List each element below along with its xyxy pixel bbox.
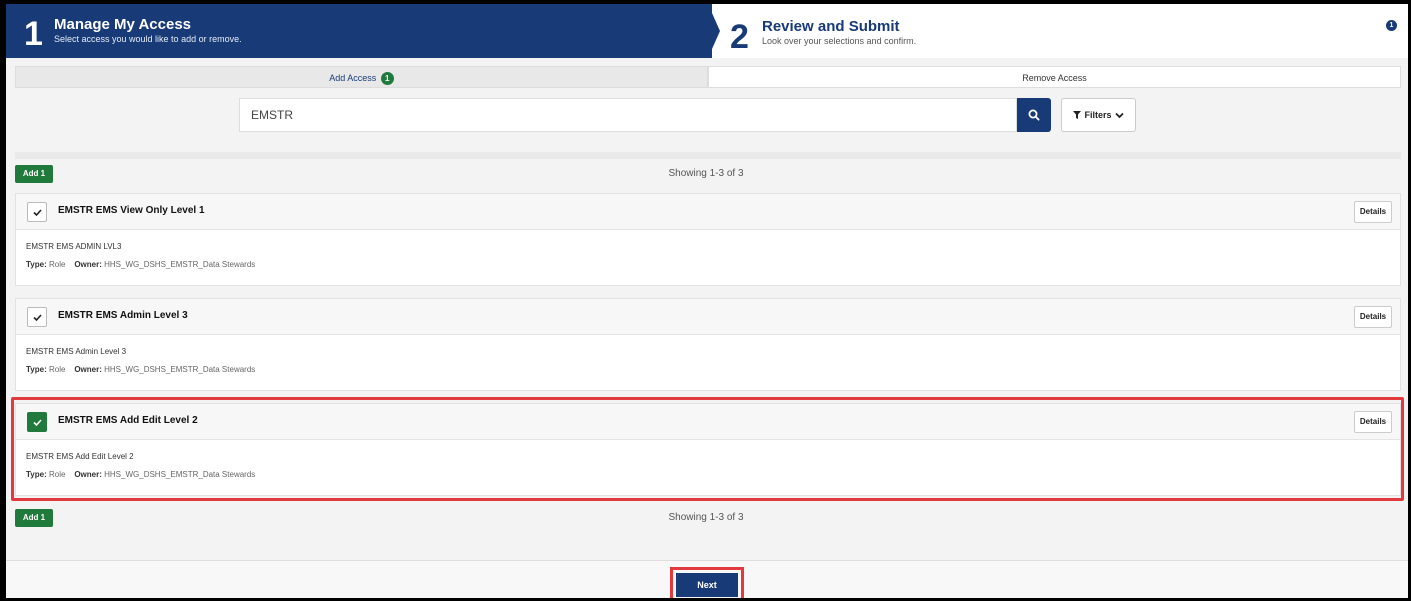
- step-1-subtitle: Select access you would like to add or r…: [54, 34, 242, 44]
- search-button[interactable]: [1017, 98, 1051, 132]
- access-item-checkbox[interactable]: [27, 202, 47, 222]
- details-button[interactable]: Details: [1354, 201, 1392, 223]
- step-2-title: Review and Submit: [762, 18, 900, 35]
- step-1-number: 1: [24, 15, 43, 53]
- next-button[interactable]: Next: [676, 573, 738, 597]
- tab-add-access[interactable]: Add Access 1: [15, 66, 708, 88]
- filters-button[interactable]: Filters: [1061, 98, 1136, 132]
- add-selected-button-top[interactable]: Add 1: [15, 165, 53, 183]
- selection-highlight: [11, 397, 1404, 501]
- search-input[interactable]: EMSTR: [239, 98, 1017, 132]
- type-label: Type:: [26, 260, 47, 269]
- tab-add-access-label: Add Access: [329, 73, 377, 83]
- check-icon: [32, 313, 42, 321]
- owner-label: Owner:: [74, 260, 102, 269]
- notification-badge[interactable]: 1: [1386, 20, 1397, 31]
- access-tabs: Add Access 1 Remove Access: [15, 66, 1401, 88]
- access-item-header: EMSTR EMS View Only Level 1 Details: [16, 194, 1400, 230]
- chevron-down-icon: [1114, 112, 1124, 118]
- owner-value: HHS_WG_DSHS_EMSTR_Data Stewards: [104, 365, 256, 374]
- access-item: EMSTR EMS Admin Level 3 Details EMSTR EM…: [15, 298, 1401, 391]
- step-indicator: 1 Manage My Access Select access you wou…: [6, 4, 1408, 58]
- access-item-title: EMSTR EMS View Only Level 1: [58, 205, 205, 216]
- tab-remove-access[interactable]: Remove Access: [708, 66, 1401, 88]
- access-item: EMSTR EMS View Only Level 1 Details EMST…: [15, 193, 1401, 286]
- owner-label: Owner:: [74, 365, 102, 374]
- type-value: Role: [48, 365, 66, 374]
- tab-remove-access-label: Remove Access: [1022, 73, 1087, 83]
- details-button[interactable]: Details: [1354, 306, 1392, 328]
- filter-icon: [1073, 111, 1082, 119]
- search-area-divider: [15, 152, 1401, 159]
- filters-label: Filters: [1084, 110, 1112, 120]
- access-item-description: EMSTR EMS Admin Level 3: [26, 347, 127, 356]
- step-2-subtitle: Look over your selections and confirm.: [762, 36, 917, 46]
- search-icon: [1028, 109, 1040, 121]
- access-item-title: EMSTR EMS Admin Level 3: [58, 310, 188, 321]
- app-frame: 1 Manage My Access Select access you wou…: [6, 4, 1408, 598]
- step-2-number: 2: [730, 18, 749, 56]
- access-item-description: EMSTR EMS ADMIN LVL3: [26, 242, 122, 251]
- access-item-checkbox[interactable]: [27, 307, 47, 327]
- showing-count-bottom: Showing 1-3 of 3: [668, 512, 744, 523]
- check-icon: [32, 208, 42, 216]
- owner-value: HHS_WG_DSHS_EMSTR_Data Stewards: [104, 260, 256, 269]
- step-arrow: [708, 4, 720, 58]
- tab-add-access-badge: 1: [380, 72, 394, 86]
- step-1-title: Manage My Access: [54, 16, 192, 33]
- showing-count-top: Showing 1-3 of 3: [668, 168, 744, 179]
- access-item-header: EMSTR EMS Admin Level 3 Details: [16, 299, 1400, 335]
- access-item-meta: Type: Role Owner: HHS_WG_DSHS_EMSTR_Data…: [26, 260, 255, 269]
- step-1: 1 Manage My Access Select access you wou…: [6, 4, 712, 58]
- access-item-meta: Type: Role Owner: HHS_WG_DSHS_EMSTR_Data…: [26, 365, 255, 374]
- type-label: Type:: [26, 365, 47, 374]
- type-value: Role: [48, 260, 66, 269]
- add-selected-button-bottom[interactable]: Add 1: [15, 509, 53, 527]
